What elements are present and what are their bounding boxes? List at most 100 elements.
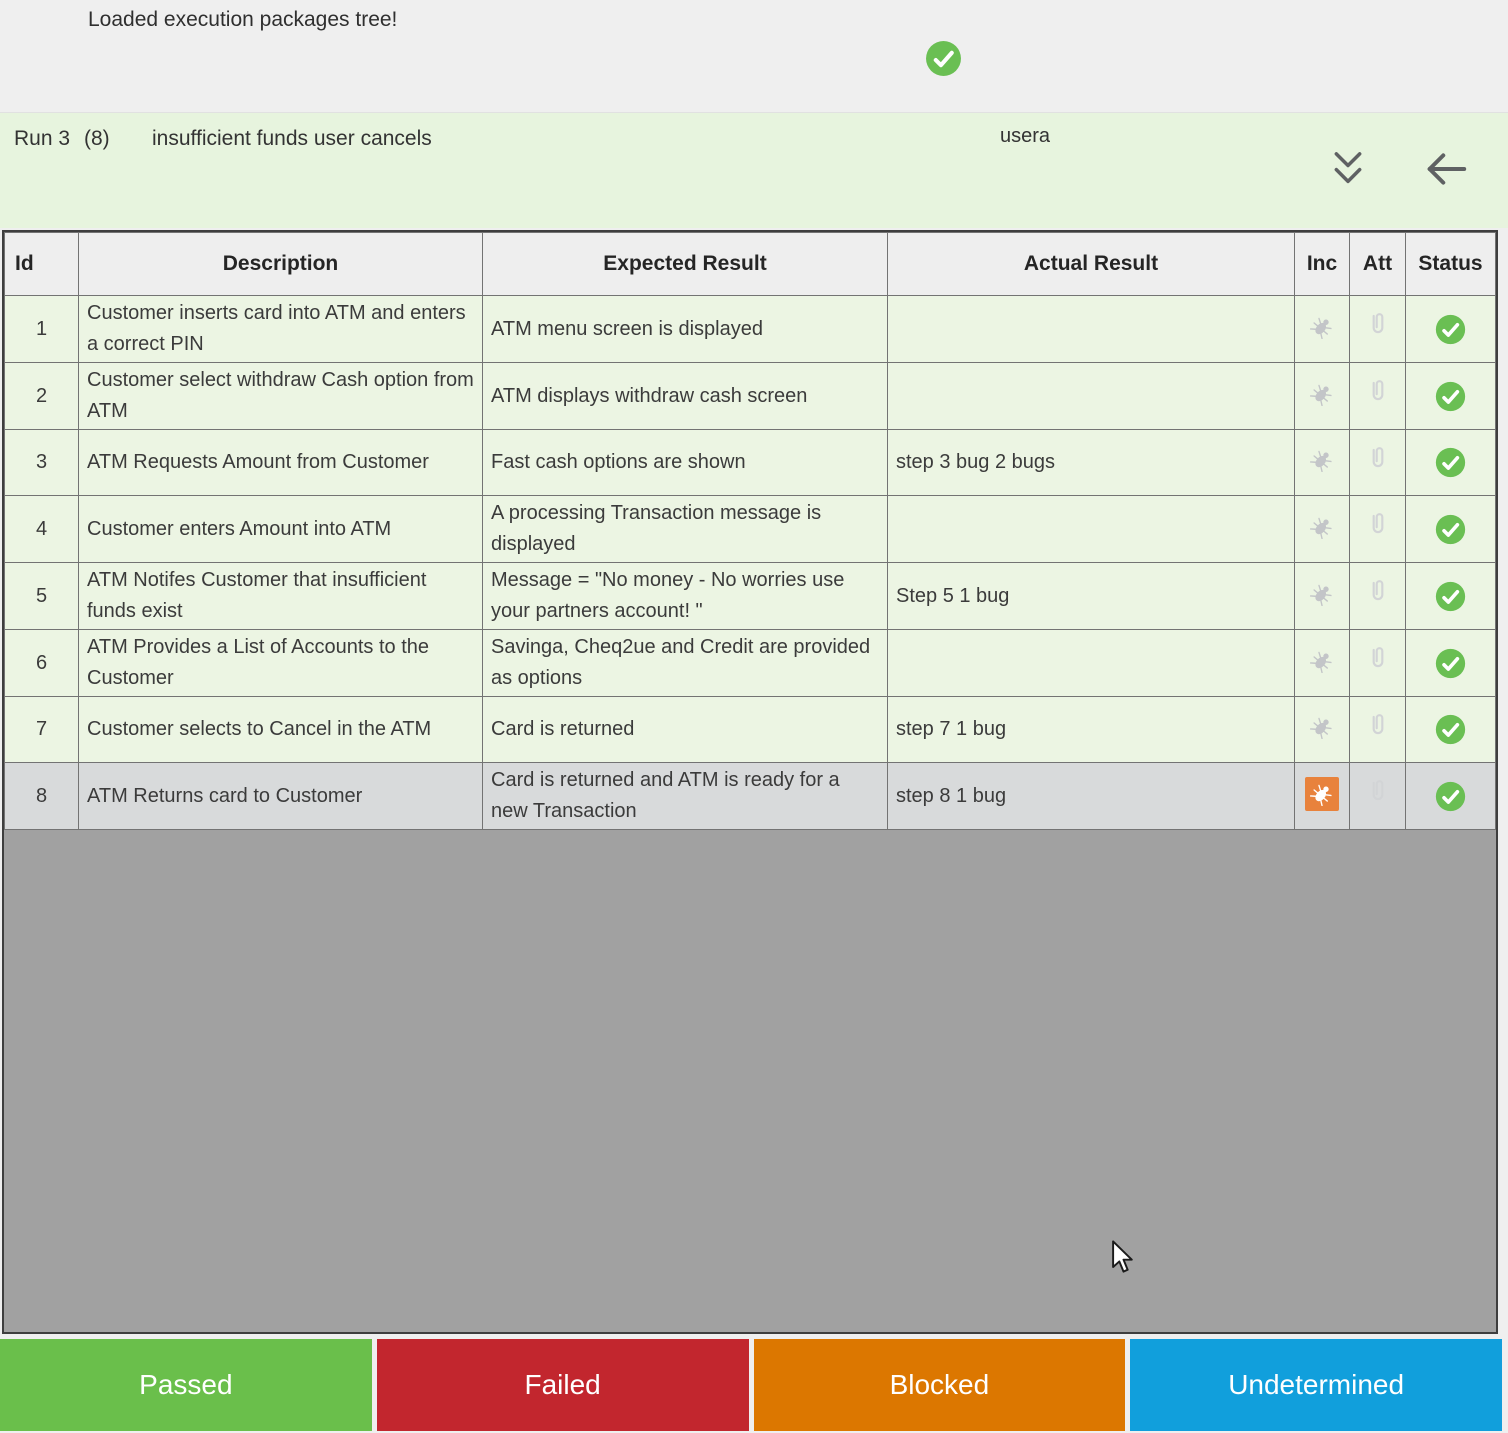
column-header-inc[interactable]: Inc (1295, 233, 1350, 296)
bug-icon[interactable] (1305, 577, 1339, 611)
paperclip-icon[interactable] (1365, 644, 1391, 682)
check-circle-icon[interactable] (1435, 381, 1466, 412)
step-description-cell[interactable]: ATM Notifes Customer that insufficient f… (79, 563, 483, 630)
step-status-cell[interactable] (1406, 763, 1496, 830)
table-row[interactable]: 5 ATM Notifes Customer that insufficient… (5, 563, 1496, 630)
step-expected-result-cell[interactable]: ATM displays withdraw cash screen (483, 363, 888, 430)
step-expected-result-cell[interactable]: Card is returned and ATM is ready for a … (483, 763, 888, 830)
step-expected-result-cell[interactable]: ATM menu screen is displayed (483, 296, 888, 363)
paperclip-icon[interactable] (1365, 711, 1391, 749)
check-circle-icon[interactable] (1435, 514, 1466, 545)
failed-button[interactable]: Failed (377, 1339, 749, 1431)
column-header-att[interactable]: Att (1350, 233, 1406, 296)
step-attachment-cell[interactable] (1350, 496, 1406, 563)
check-circle-icon[interactable] (1435, 781, 1466, 812)
step-status-cell[interactable] (1406, 496, 1496, 563)
paperclip-icon[interactable] (1365, 377, 1391, 415)
step-id-cell[interactable]: 2 (5, 363, 79, 430)
step-attachment-cell[interactable] (1350, 697, 1406, 763)
step-incident-cell[interactable] (1295, 630, 1350, 697)
blocked-button[interactable]: Blocked (754, 1339, 1126, 1431)
check-circle-icon[interactable] (1435, 447, 1466, 478)
table-row[interactable]: 2 Customer select withdraw Cash option f… (5, 363, 1496, 430)
column-header-status[interactable]: Status (1406, 233, 1496, 296)
step-description-cell[interactable]: ATM Provides a List of Accounts to the C… (79, 630, 483, 697)
step-incident-cell[interactable] (1295, 430, 1350, 496)
step-id-cell[interactable]: 1 (5, 296, 79, 363)
table-row[interactable]: 4 Customer enters Amount into ATM A proc… (5, 496, 1496, 563)
check-circle-icon[interactable] (1435, 314, 1466, 345)
check-circle-icon[interactable] (1435, 714, 1466, 745)
paperclip-icon[interactable] (1365, 444, 1391, 482)
table-row[interactable]: 7 Customer selects to Cancel in the ATM … (5, 697, 1496, 763)
table-row[interactable]: 1 Customer inserts card into ATM and ent… (5, 296, 1496, 363)
column-header-description[interactable]: Description (79, 233, 483, 296)
step-expected-result-cell[interactable]: Card is returned (483, 697, 888, 763)
step-status-cell[interactable] (1406, 697, 1496, 763)
step-status-cell[interactable] (1406, 563, 1496, 630)
step-incident-cell[interactable] (1295, 763, 1350, 830)
step-expected-result-cell[interactable]: Fast cash options are shown (483, 430, 888, 496)
step-id-cell[interactable]: 6 (5, 630, 79, 697)
bug-icon[interactable] (1305, 644, 1339, 678)
step-expected-result-cell[interactable]: Savinga, Cheq2ue and Credit are provided… (483, 630, 888, 697)
step-description-cell[interactable]: Customer select withdraw Cash option fro… (79, 363, 483, 430)
step-status-cell[interactable] (1406, 296, 1496, 363)
step-status-cell[interactable] (1406, 630, 1496, 697)
step-incident-cell[interactable] (1295, 697, 1350, 763)
paperclip-icon[interactable] (1365, 577, 1391, 615)
step-id-cell[interactable]: 4 (5, 496, 79, 563)
bug-icon[interactable] (1305, 710, 1339, 744)
step-actual-result-cell[interactable] (888, 496, 1295, 563)
step-actual-result-cell[interactable] (888, 296, 1295, 363)
step-description-cell[interactable]: Customer inserts card into ATM and enter… (79, 296, 483, 363)
step-attachment-cell[interactable] (1350, 296, 1406, 363)
column-header-actual-result[interactable]: Actual Result (888, 233, 1295, 296)
column-header-id[interactable]: Id (5, 233, 79, 296)
undetermined-button[interactable]: Undetermined (1130, 1339, 1502, 1431)
bug-icon[interactable] (1305, 510, 1339, 544)
bug-icon[interactable] (1305, 777, 1339, 811)
step-incident-cell[interactable] (1295, 296, 1350, 363)
table-row[interactable]: 8 ATM Returns card to Customer Card is r… (5, 763, 1496, 830)
step-incident-cell[interactable] (1295, 496, 1350, 563)
step-id-cell[interactable]: 8 (5, 763, 79, 830)
back-button[interactable] (1422, 148, 1470, 192)
step-id-cell[interactable]: 3 (5, 430, 79, 496)
table-row[interactable]: 3 ATM Requests Amount from Customer Fast… (5, 430, 1496, 496)
step-attachment-cell[interactable] (1350, 563, 1406, 630)
paperclip-icon[interactable] (1365, 510, 1391, 548)
check-circle-icon[interactable] (1435, 581, 1466, 612)
step-attachment-cell[interactable] (1350, 363, 1406, 430)
bug-icon[interactable] (1305, 310, 1339, 344)
paperclip-icon[interactable] (1365, 310, 1391, 348)
step-expected-result-cell[interactable]: Message = "No money - No worries use you… (483, 563, 888, 630)
step-actual-result-cell[interactable] (888, 630, 1295, 697)
passed-button[interactable]: Passed (0, 1339, 372, 1431)
step-description-cell[interactable]: Customer enters Amount into ATM (79, 496, 483, 563)
check-circle-icon[interactable] (1435, 648, 1466, 679)
step-actual-result-cell[interactable]: Step 5 1 bug (888, 563, 1295, 630)
step-incident-cell[interactable] (1295, 363, 1350, 430)
step-description-cell[interactable]: ATM Returns card to Customer (79, 763, 483, 830)
bug-icon[interactable] (1305, 443, 1339, 477)
step-status-cell[interactable] (1406, 363, 1496, 430)
paperclip-icon[interactable] (1365, 777, 1391, 815)
column-header-expected-result[interactable]: Expected Result (483, 233, 888, 296)
step-actual-result-cell[interactable]: step 3 bug 2 bugs (888, 430, 1295, 496)
step-attachment-cell[interactable] (1350, 630, 1406, 697)
step-attachment-cell[interactable] (1350, 763, 1406, 830)
collapse-all-button[interactable] (1327, 146, 1369, 192)
step-attachment-cell[interactable] (1350, 430, 1406, 496)
step-status-cell[interactable] (1406, 430, 1496, 496)
step-id-cell[interactable]: 7 (5, 697, 79, 763)
step-incident-cell[interactable] (1295, 563, 1350, 630)
bug-icon[interactable] (1305, 377, 1339, 411)
step-actual-result-cell[interactable] (888, 363, 1295, 430)
step-description-cell[interactable]: ATM Requests Amount from Customer (79, 430, 483, 496)
table-row[interactable]: 6 ATM Provides a List of Accounts to the… (5, 630, 1496, 697)
step-expected-result-cell[interactable]: A processing Transaction message is disp… (483, 496, 888, 563)
step-description-cell[interactable]: Customer selects to Cancel in the ATM (79, 697, 483, 763)
step-actual-result-cell[interactable]: step 8 1 bug (888, 763, 1295, 830)
step-id-cell[interactable]: 5 (5, 563, 79, 630)
